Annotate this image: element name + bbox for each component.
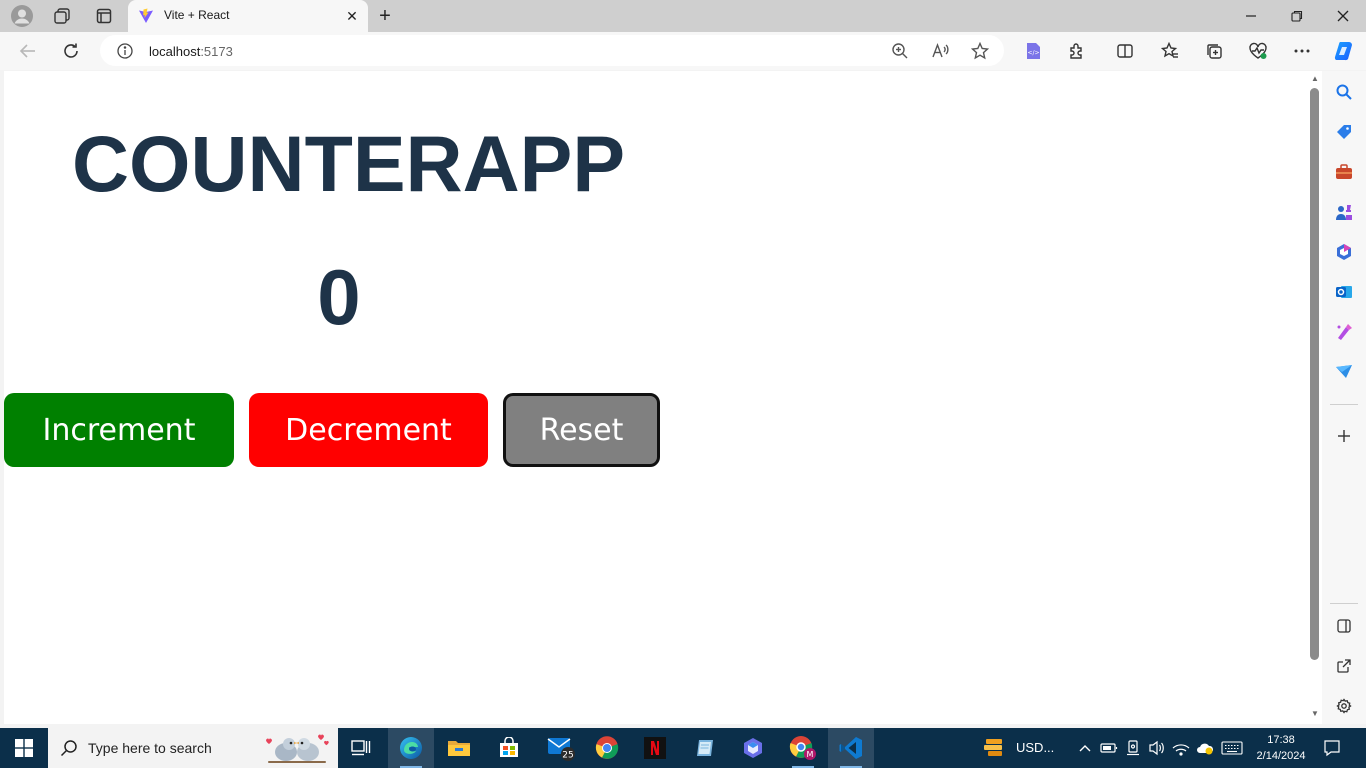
collections-icon[interactable]	[1201, 39, 1227, 63]
extensions-icon[interactable]	[1064, 39, 1090, 63]
sidebar-divider	[1330, 404, 1358, 405]
active-tab[interactable]: Vite + React ✕	[128, 0, 368, 32]
read-aloud-icon[interactable]	[929, 40, 951, 62]
notification-icon[interactable]	[1318, 736, 1346, 760]
battery-icon[interactable]	[1100, 739, 1118, 757]
profile-icon[interactable]	[10, 4, 34, 28]
scroll-down-icon[interactable]: ▼	[1310, 710, 1320, 718]
search-placeholder: Type here to search	[88, 740, 212, 756]
clock-time: 17:38	[1267, 734, 1295, 746]
restore-icon[interactable]	[1282, 4, 1312, 28]
clock-date: 2/14/2024	[1256, 750, 1306, 762]
search-icon[interactable]	[1334, 82, 1354, 102]
edge-taskbar-icon[interactable]	[388, 728, 434, 768]
browser-toolbar: localhost:5173 </>	[0, 32, 1366, 70]
tab-actions-icon[interactable]	[92, 4, 116, 28]
scroll-thumb[interactable]	[1310, 88, 1319, 660]
taskbar-clock[interactable]: 17:38 2/14/2024	[1250, 732, 1312, 764]
close-icon[interactable]: ✕	[342, 6, 362, 26]
settings-icon[interactable]	[1334, 696, 1354, 716]
file-explorer-icon[interactable]	[436, 728, 482, 768]
refresh-icon[interactable]	[58, 39, 84, 63]
volume-icon[interactable]	[1148, 739, 1166, 757]
copilot-taskbar-icon[interactable]	[730, 728, 776, 768]
new-tab-icon[interactable]: +	[374, 5, 396, 27]
tab-title: Vite + React	[164, 8, 230, 22]
favorite-icon[interactable]	[969, 40, 991, 62]
performance-icon[interactable]	[1245, 39, 1271, 63]
favorites-icon[interactable]	[1157, 39, 1183, 63]
search-icon	[60, 739, 78, 757]
sidebar-divider-bottom	[1330, 603, 1358, 604]
info-icon[interactable]	[116, 42, 134, 60]
workspaces-icon[interactable]	[50, 4, 74, 28]
split-screen-icon[interactable]	[1112, 39, 1138, 63]
copilot-icon[interactable]	[1331, 39, 1357, 63]
outlook-icon[interactable]	[1334, 282, 1354, 302]
reset-button[interactable]: Reset	[503, 393, 660, 467]
send-icon[interactable]	[1334, 362, 1354, 382]
increment-button[interactable]: Increment	[4, 393, 234, 467]
keyboard-icon[interactable]	[1220, 739, 1244, 757]
edge-sidebar	[1322, 71, 1366, 724]
vite-icon	[138, 8, 154, 24]
page-viewport: COUNTERAPP 0 Increment Decrement Reset	[4, 71, 1308, 724]
close-window-icon[interactable]	[1328, 4, 1358, 28]
microsoft365-icon[interactable]	[1334, 242, 1354, 262]
minimize-icon[interactable]	[1236, 4, 1266, 28]
search-highlight-birds-icon	[258, 732, 334, 764]
url-text: localhost:5173	[149, 44, 233, 59]
tools-icon[interactable]	[1334, 162, 1354, 182]
designer-icon[interactable]	[1334, 322, 1354, 342]
back-icon[interactable]	[15, 39, 41, 63]
taskbar-search[interactable]: Type here to search	[48, 728, 338, 768]
microsoft-store-icon[interactable]	[486, 728, 532, 768]
windows-start-icon[interactable]	[0, 728, 48, 768]
chrome-icon[interactable]	[584, 728, 630, 768]
onedrive-icon[interactable]	[1196, 739, 1214, 757]
mail-icon[interactable]: 25	[538, 728, 584, 768]
url-port: :5173	[200, 44, 233, 59]
task-view-icon[interactable]	[338, 728, 384, 768]
netflix-icon[interactable]	[632, 728, 678, 768]
device-icon[interactable]	[1124, 739, 1142, 757]
page-scrollbar[interactable]: ▲ ▼	[1308, 71, 1322, 724]
scroll-up-icon[interactable]: ▲	[1310, 75, 1320, 83]
extension-dev-icon[interactable]: </>	[1020, 39, 1046, 63]
url-host: localhost	[149, 44, 201, 59]
mail-badge-count: 25	[562, 751, 573, 761]
decrement-button[interactable]: Decrement	[249, 393, 488, 467]
add-icon[interactable]	[1334, 426, 1354, 446]
app-title: COUNTERAPP	[72, 119, 626, 208]
external-link-icon[interactable]	[1334, 656, 1354, 676]
svg-text:</>: </>	[1027, 50, 1039, 57]
weather-icon[interactable]	[982, 735, 1008, 761]
chrome-profile-icon[interactable]: M	[780, 728, 826, 768]
tab-strip: Vite + React ✕ +	[0, 0, 1366, 32]
zoom-icon[interactable]	[889, 40, 911, 62]
vscode-icon[interactable]	[828, 728, 874, 768]
chevron-up-icon[interactable]	[1076, 739, 1094, 757]
address-bar[interactable]: localhost:5173	[100, 35, 1004, 66]
games-icon[interactable]	[1334, 202, 1354, 222]
taskbar: Type here to search 25 M USD... 17:38 2/…	[0, 728, 1366, 768]
notepad-icon[interactable]	[682, 728, 728, 768]
svg-text:M: M	[807, 750, 814, 759]
sidebar-toggle-icon[interactable]	[1334, 616, 1354, 636]
shopping-icon[interactable]	[1334, 122, 1354, 142]
more-icon[interactable]	[1289, 39, 1315, 63]
weather-text[interactable]: USD...	[1016, 740, 1054, 755]
wifi-icon[interactable]	[1172, 739, 1190, 757]
counter-value: 0	[317, 253, 361, 341]
